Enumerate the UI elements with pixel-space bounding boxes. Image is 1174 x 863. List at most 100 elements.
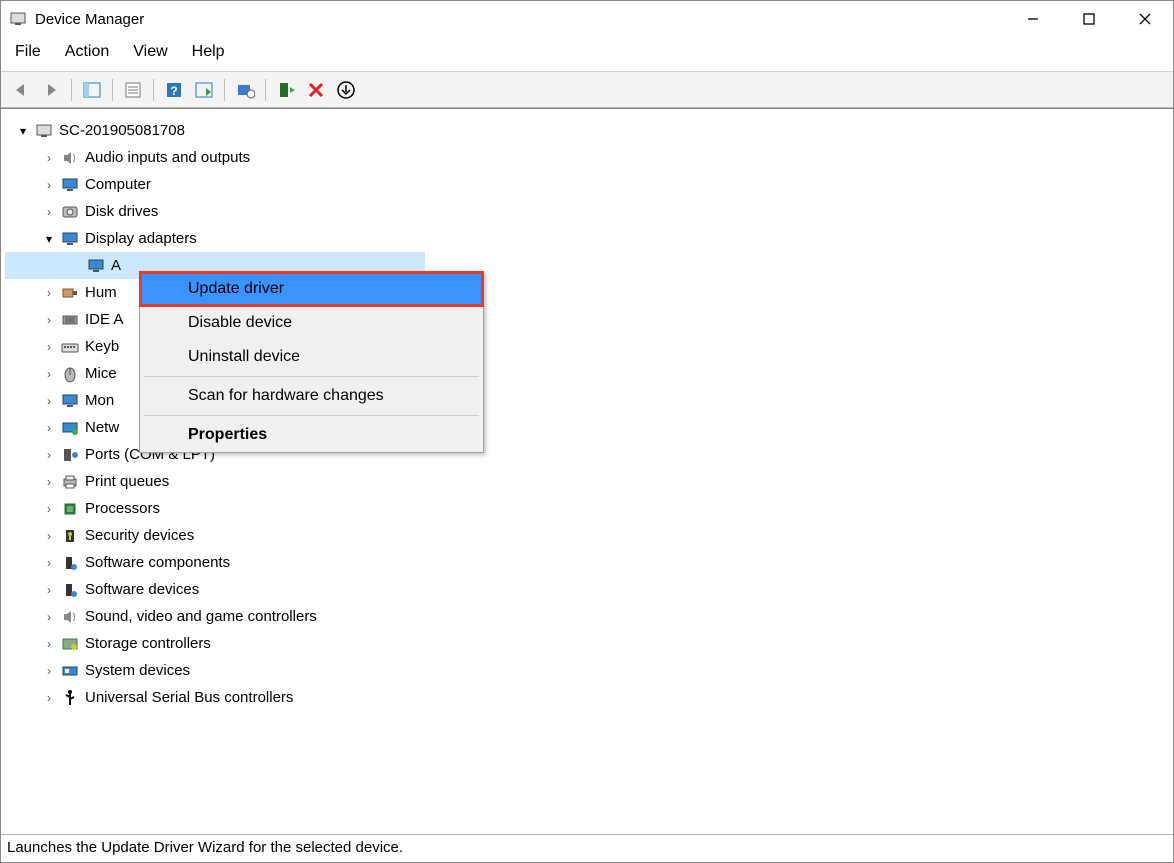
tree-item-label: Security devices	[85, 527, 194, 544]
expand-arrow-icon[interactable]: ›	[39, 205, 59, 219]
expand-arrow-icon[interactable]: ›	[39, 286, 59, 300]
expand-arrow-icon[interactable]: ▾	[39, 232, 59, 246]
expand-arrow-icon[interactable]: ›	[39, 421, 59, 435]
ctx-separator	[144, 415, 479, 416]
expand-arrow-icon[interactable]: ›	[39, 583, 59, 597]
tree-item[interactable]: › Print queues	[5, 468, 1169, 495]
monitor-icon	[59, 176, 81, 194]
ctx-uninstall-device-label: Uninstall device	[188, 348, 300, 365]
expand-arrow-icon[interactable]: ›	[39, 529, 59, 543]
tree-item[interactable]: › Processors	[5, 495, 1169, 522]
tree-item[interactable]: ›Software devices	[5, 576, 1169, 603]
expand-arrow-icon[interactable]: ›	[39, 502, 59, 516]
tree-item-label: Print queues	[85, 473, 169, 490]
uninstall-device-button[interactable]	[304, 78, 328, 102]
expand-arrow-icon[interactable]: ›	[39, 340, 59, 354]
maximize-button[interactable]	[1061, 1, 1117, 37]
tree-item[interactable]: ›Computer	[5, 171, 1169, 198]
expand-arrow-icon[interactable]: ›	[39, 178, 59, 192]
expand-arrow-icon[interactable]: ▾	[13, 124, 33, 138]
close-button[interactable]	[1117, 1, 1173, 37]
speaker-icon	[59, 608, 81, 626]
status-text: Launches the Update Driver Wizard for th…	[7, 839, 403, 856]
toolbar-separator	[112, 79, 113, 101]
tree-item[interactable]: › Storage controllers	[5, 630, 1169, 657]
expand-arrow-icon[interactable]: ›	[39, 448, 59, 462]
properties-button[interactable]	[121, 78, 145, 102]
expand-arrow-icon[interactable]: ›	[39, 556, 59, 570]
software-icon	[59, 581, 81, 599]
monitor-icon	[59, 392, 81, 410]
tree-item-label: Mon	[85, 392, 114, 409]
ctx-uninstall-device[interactable]: Uninstall device	[140, 340, 483, 374]
expand-arrow-icon[interactable]: ›	[39, 610, 59, 624]
tree-item-label: Software components	[85, 554, 230, 571]
ctx-scan-hardware[interactable]: Scan for hardware changes	[140, 379, 483, 413]
tree-item-label: Disk drives	[85, 203, 158, 220]
tree-item[interactable]: › Universal Serial Bus controllers	[5, 684, 1169, 711]
tree-item[interactable]: › Security devices	[5, 522, 1169, 549]
expand-arrow-icon[interactable]: ›	[39, 367, 59, 381]
toolbar: ?	[1, 72, 1173, 108]
tree-item-label: Audio inputs and outputs	[85, 149, 250, 166]
menu-bar: File Action View Help	[1, 37, 1173, 72]
ctx-update-driver[interactable]: Update driver	[140, 272, 483, 306]
expand-arrow-icon[interactable]: ›	[39, 151, 59, 165]
ctx-scan-hardware-label: Scan for hardware changes	[188, 387, 384, 404]
speaker-icon	[59, 149, 81, 167]
forward-button[interactable]	[39, 78, 63, 102]
scan-hardware-button[interactable]	[192, 78, 216, 102]
expand-arrow-icon[interactable]: ›	[39, 664, 59, 678]
toolbar-separator	[71, 79, 72, 101]
monitor-icon	[59, 230, 81, 248]
menu-help[interactable]: Help	[190, 41, 227, 63]
tree-item-label: Keyb	[85, 338, 119, 355]
back-button[interactable]	[9, 78, 33, 102]
tree-item-label: A	[111, 257, 121, 274]
tree-item[interactable]: › Disk drives	[5, 198, 1169, 225]
tree-item[interactable]: › Audio inputs and outputs	[5, 144, 1169, 171]
tree-item-label: Display adapters	[85, 230, 197, 247]
expand-arrow-icon[interactable]: ›	[39, 637, 59, 651]
menu-view[interactable]: View	[131, 41, 169, 63]
tree-item-label: Universal Serial Bus controllers	[85, 689, 293, 706]
ctx-disable-device[interactable]: Disable device	[140, 306, 483, 340]
menu-action[interactable]: Action	[63, 41, 111, 63]
tree-item-label: Hum	[85, 284, 117, 301]
keyboard-icon	[59, 338, 81, 356]
tree-root[interactable]: ▾ SC-201905081708	[5, 117, 1169, 144]
ctx-update-driver-label: Update driver	[188, 280, 284, 297]
tree-item[interactable]: ›System devices	[5, 657, 1169, 684]
help-button[interactable]: ?	[162, 78, 186, 102]
tree-item[interactable]: › Software components	[5, 549, 1169, 576]
mouse-icon	[59, 365, 81, 383]
toolbar-separator	[153, 79, 154, 101]
svg-text:?: ?	[170, 84, 177, 98]
tree-item[interactable]: ▾ Display adapters	[5, 225, 1169, 252]
tree-item-label: Storage controllers	[85, 635, 211, 652]
enable-device-button[interactable]	[274, 78, 298, 102]
tree-item[interactable]: ›Sound, video and game controllers	[5, 603, 1169, 630]
security-icon	[59, 527, 81, 545]
tree-root-label: SC-201905081708	[59, 122, 185, 139]
update-driver-button[interactable]	[233, 78, 257, 102]
disable-device-button[interactable]	[334, 78, 358, 102]
printer-icon	[59, 473, 81, 491]
ctx-separator	[144, 376, 479, 377]
device-tree[interactable]: ▾ SC-201905081708 › Audio inputs and outp…	[1, 108, 1173, 828]
expand-arrow-icon[interactable]: ›	[39, 691, 59, 705]
monitor-icon	[85, 257, 107, 275]
tree-item-label: Processors	[85, 500, 160, 517]
software-icon	[59, 554, 81, 572]
show-hide-console-tree-button[interactable]	[80, 78, 104, 102]
window-title: Device Manager	[35, 11, 1005, 28]
disk-icon	[59, 203, 81, 221]
system-icon	[59, 662, 81, 680]
menu-file[interactable]: File	[13, 41, 43, 63]
expand-arrow-icon[interactable]: ›	[39, 394, 59, 408]
minimize-button[interactable]	[1005, 1, 1061, 37]
expand-arrow-icon[interactable]: ›	[39, 475, 59, 489]
expand-arrow-icon[interactable]: ›	[39, 313, 59, 327]
ctx-properties[interactable]: Properties	[140, 418, 483, 452]
network-icon	[59, 419, 81, 437]
